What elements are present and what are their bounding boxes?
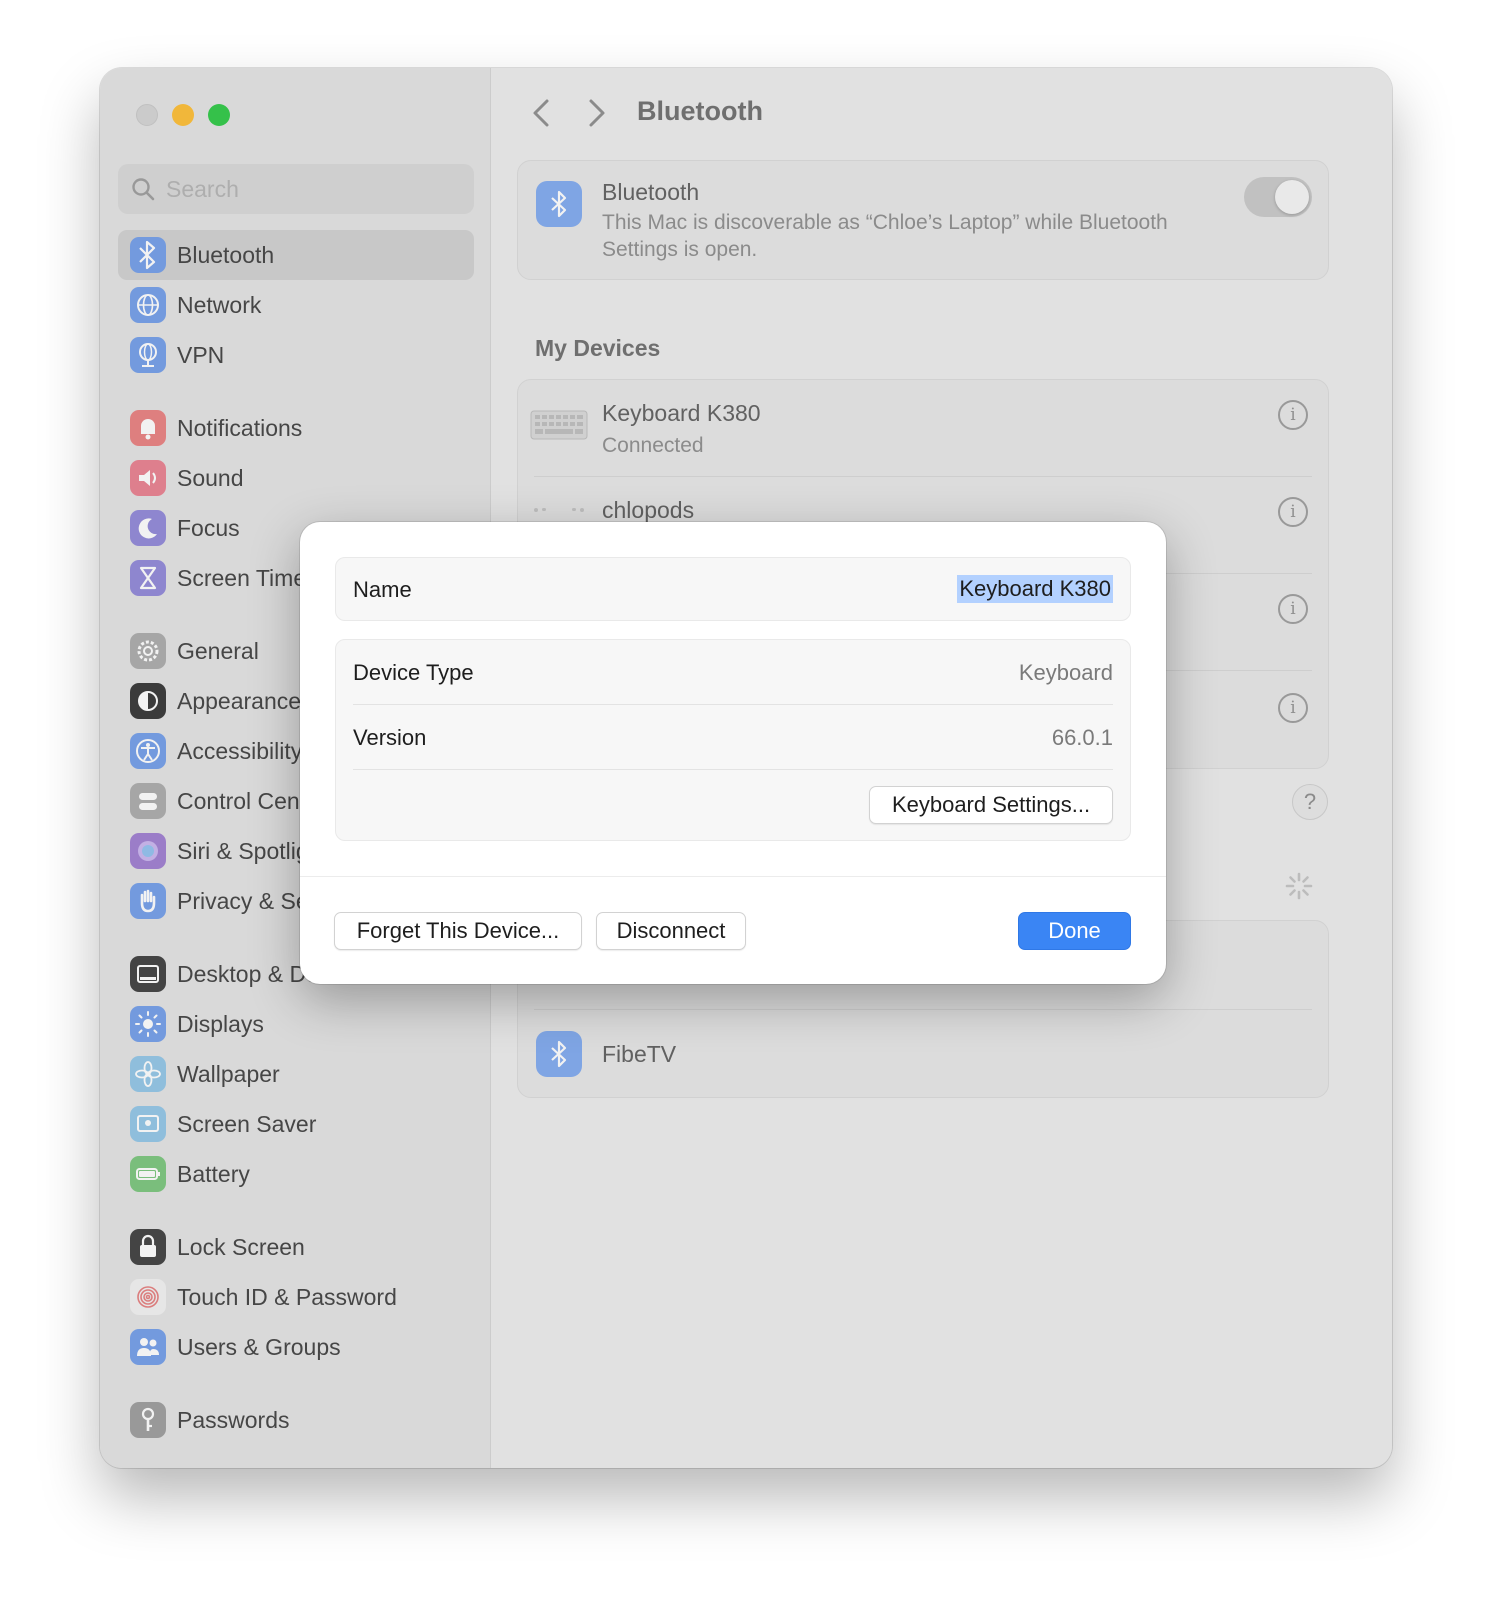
- disconnect-button[interactable]: Disconnect: [596, 912, 746, 950]
- device-type-label: Device Type: [353, 660, 474, 685]
- keyboard-settings-button[interactable]: Keyboard Settings...: [869, 786, 1113, 824]
- dialog-separator: [300, 876, 1166, 877]
- row-divider: [353, 769, 1113, 770]
- version-label: Version: [353, 725, 427, 750]
- forget-device-button[interactable]: Forget This Device...: [334, 912, 582, 950]
- details-group: Device Type Keyboard Version 66.0.1 Keyb…: [335, 639, 1131, 841]
- device-name-field[interactable]: Keyboard K380: [957, 575, 1113, 603]
- name-group: Name Keyboard K380: [335, 557, 1131, 621]
- device-type-value: Keyboard: [1018, 660, 1113, 685]
- row-divider: [353, 704, 1113, 705]
- version-value: 66.0.1: [1051, 725, 1113, 750]
- device-info-dialog: Name Keyboard K380 Device Type Keyboard …: [300, 522, 1166, 984]
- done-button[interactable]: Done: [1018, 912, 1131, 950]
- name-label: Name: [353, 577, 412, 602]
